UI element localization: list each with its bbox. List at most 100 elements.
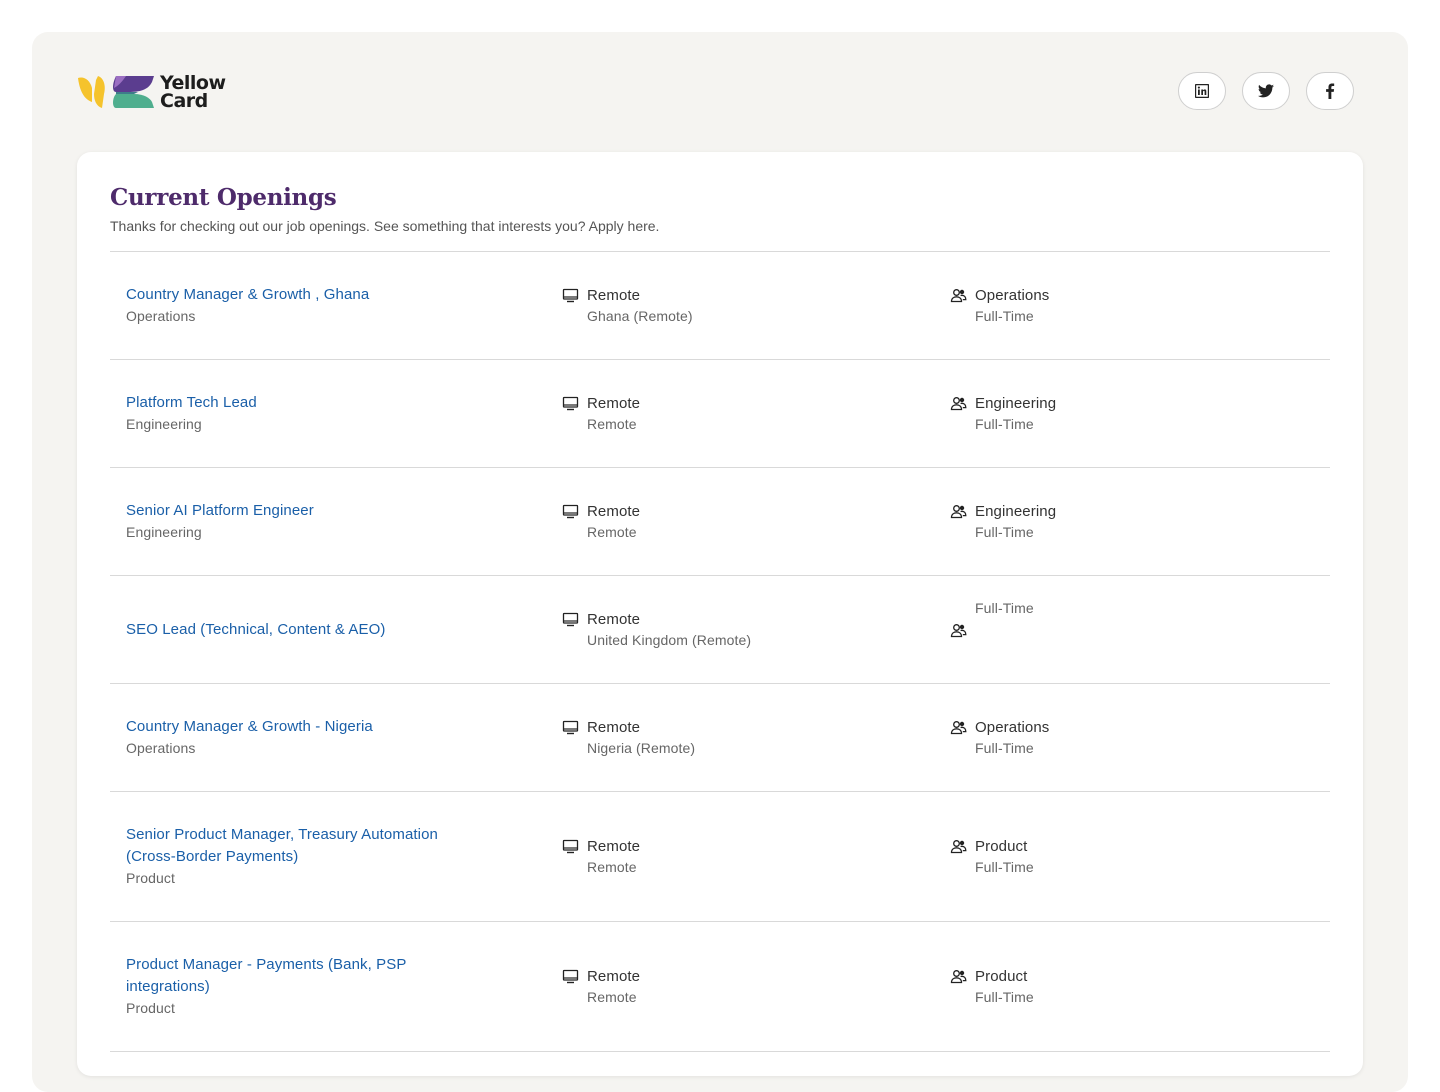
job-title-link[interactable]: Senior AI Platform Engineer <box>126 500 486 522</box>
job-location-text: Remote <box>587 415 637 432</box>
people-icon <box>950 624 967 638</box>
job-department: Engineering <box>126 416 202 432</box>
facebook-button[interactable] <box>1306 72 1354 110</box>
job-info: Product Manager - Payments (Bank, PSP in… <box>126 954 486 1019</box>
job-employment-type: Full-Time <box>975 600 1034 616</box>
linkedin-button[interactable] <box>1178 72 1226 110</box>
job-team-text: Product Full-Time <box>975 836 1034 878</box>
job-title-link[interactable]: Country Manager & Growth , Ghana <box>126 284 486 306</box>
job-row[interactable]: Senior AI Platform Engineer Engineering … <box>110 468 1330 576</box>
logo-wordmark: Yellow Card <box>160 74 226 112</box>
yellow-card-logo[interactable]: Yellow Card <box>78 72 226 112</box>
job-team-text: Engineering Full-Time <box>975 501 1056 543</box>
job-row[interactable]: SEO Lead (Technical, Content & AEO) Remo… <box>110 576 1330 684</box>
job-info: Senior Product Manager, Treasury Automat… <box>126 824 486 889</box>
job-title-link[interactable]: SEO Lead (Technical, Content & AEO) <box>126 619 486 641</box>
job-department: Engineering <box>126 524 202 540</box>
job-location: Remote Remote <box>562 501 640 543</box>
job-info: SEO Lead (Technical, Content & AEO) <box>126 619 486 641</box>
job-location: Remote Remote <box>562 836 640 878</box>
job-department: Operations <box>126 740 196 756</box>
job-team-text: Operations Full-Time <box>975 717 1049 759</box>
monitor-icon <box>562 612 579 626</box>
job-department: Product <box>126 1000 175 1016</box>
job-team: Operations Full-Time <box>950 717 1049 759</box>
job-row[interactable]: Country Manager & Growth - Nigeria Opera… <box>110 684 1330 792</box>
job-info: Platform Tech Lead Engineering <box>126 392 486 435</box>
monitor-icon <box>562 504 579 518</box>
job-team-name: Engineering <box>975 394 1057 412</box>
job-row[interactable]: Country Manager & Growth , Ghana Operati… <box>110 252 1330 360</box>
monitor-icon <box>562 969 579 983</box>
job-team-name: Product <box>975 837 1028 855</box>
job-employment-type: Full-Time <box>975 307 1034 324</box>
job-department: Operations <box>126 308 196 324</box>
job-team: Full-Time <box>950 600 1034 639</box>
job-location-text: Remote <box>587 523 637 540</box>
job-department: Product <box>126 870 175 886</box>
social-links <box>1178 72 1354 110</box>
job-location: Remote Ghana (Remote) <box>562 285 693 327</box>
job-title-link[interactable]: Product Manager - Payments (Bank, PSP in… <box>126 954 486 998</box>
job-location: Remote Remote <box>562 393 640 435</box>
job-workplace-type: Remote <box>587 394 641 412</box>
job-workplace-type: Remote <box>587 718 641 736</box>
twitter-button[interactable] <box>1242 72 1290 110</box>
job-team-text: Engineering Full-Time <box>975 393 1056 435</box>
job-title-link[interactable]: Senior Product Manager, Treasury Automat… <box>126 824 486 868</box>
job-info: Senior AI Platform Engineer Engineering <box>126 500 486 543</box>
job-location-text: United Kingdom (Remote) <box>587 631 752 648</box>
job-location-text: Remote <box>587 988 637 1005</box>
page-subtitle: Thanks for checking out our job openings… <box>110 218 660 234</box>
job-title-link[interactable]: Country Manager & Growth - Nigeria <box>126 716 486 738</box>
job-location-text: Ghana (Remote) <box>587 307 693 324</box>
people-icon <box>950 288 967 302</box>
job-team-text: Operations Full-Time <box>975 285 1049 327</box>
job-row[interactable]: Product Manager - Payments (Bank, PSP in… <box>110 922 1330 1052</box>
job-team: Engineering Full-Time <box>950 393 1056 435</box>
linkedin-icon <box>1195 84 1209 98</box>
monitor-icon <box>562 396 579 410</box>
job-team-name: Product <box>975 967 1028 985</box>
job-list: Country Manager & Growth , Ghana Operati… <box>110 251 1330 1052</box>
logo-mark-icon <box>78 76 154 108</box>
page-title: Current Openings <box>110 184 337 211</box>
job-team: Operations Full-Time <box>950 285 1049 327</box>
job-workplace-type: Remote <box>587 286 641 304</box>
monitor-icon <box>562 288 579 302</box>
logo-line2: Card <box>160 90 208 112</box>
twitter-icon <box>1258 84 1274 98</box>
people-icon <box>950 839 967 853</box>
job-team-name: Operations <box>975 286 1050 304</box>
job-team: Engineering Full-Time <box>950 501 1056 543</box>
job-workplace-type: Remote <box>587 610 641 628</box>
job-row[interactable]: Senior Product Manager, Treasury Automat… <box>110 792 1330 922</box>
job-employment-type: Full-Time <box>975 988 1034 1005</box>
people-icon <box>950 720 967 734</box>
job-row[interactable]: Platform Tech Lead Engineering Remote Re… <box>110 360 1330 468</box>
people-icon <box>950 969 967 983</box>
job-info: Country Manager & Growth , Ghana Operati… <box>126 284 486 327</box>
people-icon <box>950 396 967 410</box>
people-icon <box>950 504 967 518</box>
job-employment-type: Full-Time <box>975 858 1034 875</box>
job-location: Remote United Kingdom (Remote) <box>562 609 751 651</box>
job-workplace-type: Remote <box>587 967 641 985</box>
facebook-icon <box>1326 83 1335 99</box>
job-team-name: Operations <box>975 718 1050 736</box>
job-team-text: Product Full-Time <box>975 966 1034 1008</box>
job-workplace-type: Remote <box>587 837 641 855</box>
job-team-name: Engineering <box>975 502 1057 520</box>
job-employment-type: Full-Time <box>975 415 1034 432</box>
job-title-link[interactable]: Platform Tech Lead <box>126 392 486 414</box>
page-container: Yellow Card Current Openings Thanks for … <box>32 32 1408 1092</box>
job-workplace-type: Remote <box>587 502 641 520</box>
job-location-text: Nigeria (Remote) <box>587 739 696 756</box>
job-location: Remote Nigeria (Remote) <box>562 717 695 759</box>
monitor-icon <box>562 839 579 853</box>
job-location: Remote Remote <box>562 966 640 1008</box>
job-location-text: Remote <box>587 858 637 875</box>
job-team: Product Full-Time <box>950 836 1034 878</box>
job-team: Product Full-Time <box>950 966 1034 1008</box>
job-info: Country Manager & Growth - Nigeria Opera… <box>126 716 486 759</box>
